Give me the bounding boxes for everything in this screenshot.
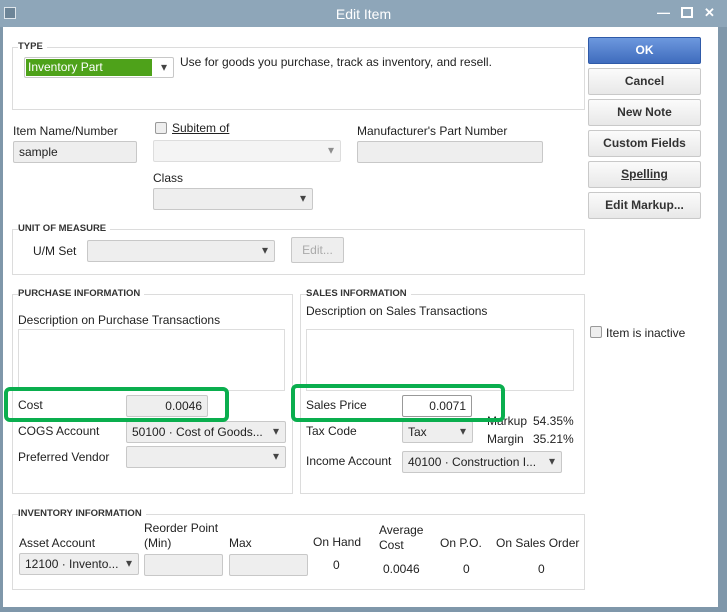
class-label: Class [153,171,184,185]
ok-button[interactable]: OK [588,37,701,64]
mpn-label: Manufacturer's Part Number [357,124,508,138]
on-po-label: On P.O. [440,536,482,550]
inactive-checkbox[interactable] [590,326,602,338]
uom-group-label: UNIT OF MEASURE [18,223,111,234]
new-note-button[interactable]: New Note [588,99,701,126]
tax-code-label: Tax Code [306,424,357,438]
class-select[interactable] [153,188,313,210]
on-sales-order-label: On Sales Order [496,536,580,550]
income-account-label: Income Account [306,454,392,468]
title-bar: Edit Item — ✕ [0,0,727,27]
on-hand-label: On Hand [313,535,362,549]
subitem-label: Subitem of [172,121,230,135]
sales-group-label: SALES INFORMATION [306,288,411,299]
item-name-input[interactable]: sample [13,141,137,163]
spelling-button[interactable]: Spelling [588,161,701,188]
edit-markup-button[interactable]: Edit Markup... [588,192,701,219]
cogs-label: COGS Account [18,424,100,438]
on-sales-order-value: 0 [538,562,545,576]
subitem-select[interactable] [153,140,341,162]
inventory-group: INVENTORY INFORMATION [12,508,585,590]
type-select[interactable]: Inventory Part [24,57,174,78]
average-cost-label-2: Cost [379,538,404,552]
asset-account-select[interactable]: 12100 · Invento... [19,553,139,575]
reorder-input[interactable] [144,554,223,576]
tax-code-select[interactable]: Tax [402,421,473,443]
purchase-desc-label: Description on Purchase Transactions [18,313,221,327]
type-group-label: TYPE [18,41,47,52]
reorder-label: Reorder Point [144,521,219,535]
window-title: Edit Item [335,6,392,22]
on-hand-value: 0 [333,558,340,572]
purchase-group-label: PURCHASE INFORMATION [18,288,145,299]
markup-value: 54.35% [533,414,574,428]
inventory-group-label: INVENTORY INFORMATION [18,508,146,519]
mpn-input[interactable] [357,141,543,163]
uom-set-select[interactable] [87,240,275,262]
average-cost-value: 0.0046 [383,562,420,576]
inactive-label: Item is inactive [606,326,686,340]
type-select-value: Inventory Part [26,59,152,76]
sales-desc-input[interactable] [306,329,574,391]
income-account-select[interactable]: 40100 · Construction I... [402,451,562,473]
maximize-icon[interactable] [681,7,693,18]
average-cost-label: Average [379,523,424,537]
cancel-button[interactable]: Cancel [588,68,701,95]
margin-value: 35.21% [533,432,574,446]
vendor-select[interactable] [126,446,286,468]
reorder-min-label: (Min) [144,536,172,550]
purchase-desc-input[interactable] [18,329,285,391]
max-label: Max [229,536,252,550]
asset-account-label: Asset Account [19,536,96,550]
sales-price-highlight [291,384,505,422]
item-name-label: Item Name/Number [13,124,118,138]
uom-set-label: U/M Set [33,244,77,258]
close-icon[interactable]: ✕ [704,5,715,21]
vendor-label: Preferred Vendor [18,450,110,464]
max-input[interactable] [229,554,308,576]
minimize-icon[interactable]: — [657,5,670,20]
cost-highlight [4,387,229,422]
subitem-checkbox[interactable] [155,122,167,134]
custom-fields-button[interactable]: Custom Fields [588,130,701,157]
sales-desc-label: Description on Sales Transactions [306,304,488,318]
margin-label: Margin [487,432,524,446]
cogs-select[interactable]: 50100 · Cost of Goods... [126,421,286,443]
on-po-value: 0 [463,562,470,576]
uom-edit-button[interactable]: Edit... [291,237,344,263]
type-description: Use for goods you purchase, track as inv… [180,55,492,69]
